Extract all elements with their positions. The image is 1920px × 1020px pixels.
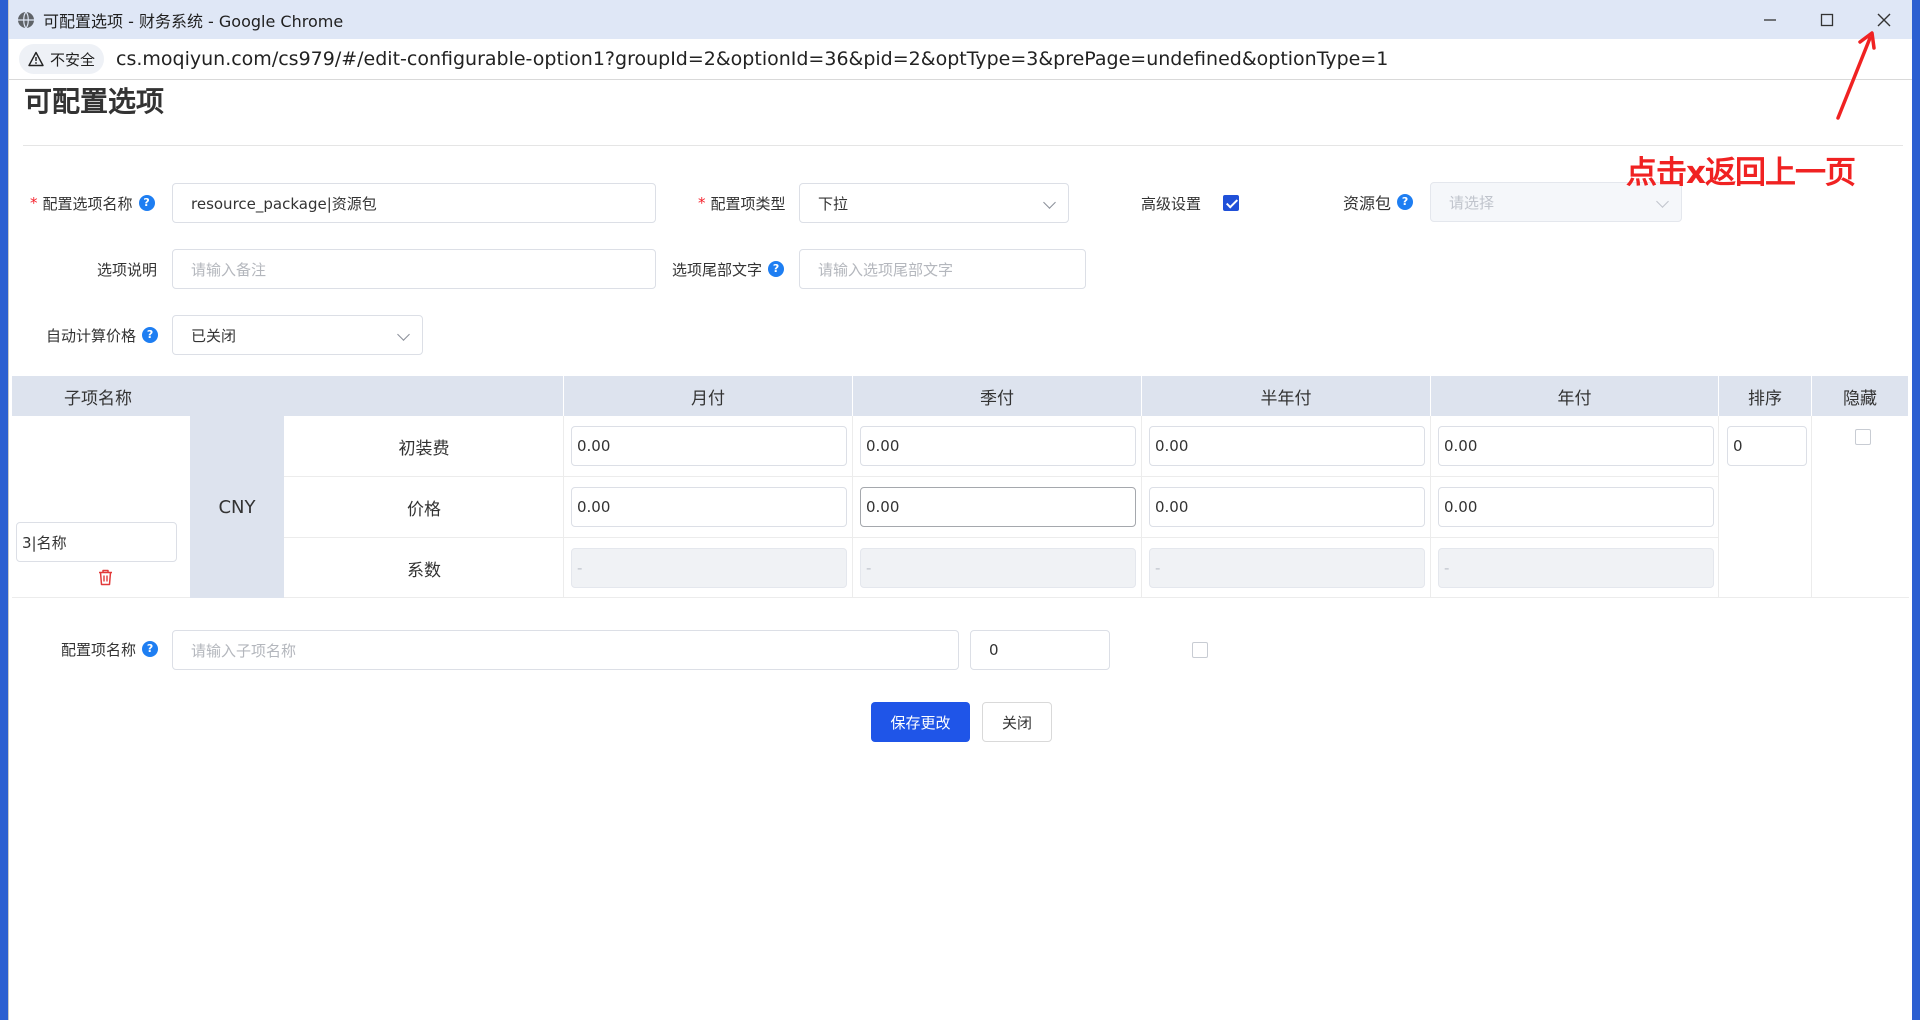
factor-quarterly-input: - xyxy=(860,548,1136,588)
help-icon[interactable]: ? xyxy=(142,327,159,343)
option-type-label-text: 配置项类型 xyxy=(710,194,786,213)
header-hidden: 隐藏 xyxy=(1812,376,1909,416)
setup-quarterly-input[interactable]: 0.00 xyxy=(860,426,1136,466)
auto-price-value: 已关闭 xyxy=(191,326,237,345)
chevron-down-icon xyxy=(1656,195,1669,208)
save-button[interactable]: 保存更改 xyxy=(871,702,970,742)
setup-yearly-input[interactable]: 0.00 xyxy=(1438,426,1714,466)
sort-input[interactable]: 0 xyxy=(1727,426,1807,466)
row-label-factor: 系数 xyxy=(407,560,441,581)
maximize-icon xyxy=(1820,13,1833,26)
row-label-setup: 初装费 xyxy=(398,439,450,459)
price-yearly-input[interactable]: 0.00 xyxy=(1438,487,1714,527)
new-item-sort-input[interactable]: 0 xyxy=(970,630,1110,670)
option-name-label-text: 配置选项名称 xyxy=(42,194,133,213)
close-icon xyxy=(1877,13,1890,26)
minimize-button[interactable] xyxy=(1741,0,1798,39)
header-monthly: 月付 xyxy=(564,376,853,416)
warning-icon xyxy=(28,51,44,67)
minimize-icon xyxy=(1763,18,1776,21)
option-name-input[interactable]: resource_package|资源包 xyxy=(172,183,656,223)
advanced-checkbox[interactable] xyxy=(1223,195,1239,211)
window-controls xyxy=(1741,0,1912,39)
help-icon[interactable]: ? xyxy=(142,641,159,657)
page-content: 可配置选项 * 配置选项名称 ? resource_package|资源包 * … xyxy=(9,80,1912,1020)
suffix-label: 选项尾部文字 ? xyxy=(672,249,785,289)
auto-price-label: 自动计算价格 ? xyxy=(46,315,159,355)
desc-label: 选项说明 xyxy=(97,260,158,279)
url-text[interactable]: cs.moqiyun.com/cs979/#/edit-configurable… xyxy=(116,48,1388,70)
new-item-label: 配置项名称 ? xyxy=(61,629,159,669)
required-mark: * xyxy=(698,194,706,212)
option-type-label: * 配置项类型 xyxy=(698,183,786,223)
factor-yearly-input: - xyxy=(1438,548,1714,588)
page-title: 可配置选项 xyxy=(24,85,165,118)
help-icon[interactable]: ? xyxy=(768,261,785,277)
resource-pkg-label: 资源包 ? xyxy=(1343,182,1414,222)
price-quarterly-input[interactable]: 0.00 xyxy=(860,487,1136,527)
suffix-input[interactable]: 请输入选项尾部文字 xyxy=(799,249,1086,289)
required-mark: * xyxy=(30,194,38,212)
resource-pkg-placeholder: 请选择 xyxy=(1449,193,1495,212)
price-half-year-input[interactable]: 0.00 xyxy=(1149,487,1425,527)
window-title: 可配置选项 - 财务系统 - Google Chrome xyxy=(43,11,344,31)
auto-price-select[interactable]: 已关闭 xyxy=(172,315,423,355)
pricing-table: 子项名称 月付 季付 半年付 年付 排序 隐藏 CNY 初装费 价格 系数 0.… xyxy=(12,376,1909,598)
new-item-hidden-checkbox[interactable] xyxy=(1192,642,1208,658)
factor-half-year-input: - xyxy=(1149,548,1425,588)
sub-item-name-input[interactable]: 3|名称 xyxy=(16,522,177,562)
security-chip[interactable]: 不安全 xyxy=(19,44,105,74)
title-divider xyxy=(23,145,1903,146)
title-bar: 可配置选项 - 财务系统 - Google Chrome xyxy=(9,0,1912,39)
auto-price-label-text: 自动计算价格 xyxy=(46,326,137,345)
header-yearly: 年付 xyxy=(1431,376,1719,416)
desc-input[interactable]: 请输入备注 xyxy=(172,249,656,289)
security-label: 不安全 xyxy=(50,50,96,69)
option-type-select[interactable]: 下拉 xyxy=(799,183,1069,223)
resource-pkg-label-text: 资源包 xyxy=(1343,194,1392,213)
annotation-arrow-icon xyxy=(1836,31,1876,120)
setup-monthly-input[interactable]: 0.00 xyxy=(571,426,847,466)
help-icon[interactable]: ? xyxy=(138,195,155,211)
factor-monthly-input: - xyxy=(571,548,847,588)
chevron-down-icon xyxy=(397,328,410,341)
hidden-checkbox[interactable] xyxy=(1855,429,1871,445)
trash-icon[interactable] xyxy=(98,569,113,586)
suffix-label-text: 选项尾部文字 xyxy=(672,260,763,279)
new-item-label-text: 配置项名称 xyxy=(61,640,137,659)
globe-icon xyxy=(18,11,34,28)
annotation-text: 点击x返回上一页 xyxy=(1626,155,1856,191)
option-type-value: 下拉 xyxy=(818,194,849,213)
new-item-name-input[interactable]: 请输入子项名称 xyxy=(172,630,959,670)
currency-cell: CNY xyxy=(190,416,284,598)
header-sort: 排序 xyxy=(1719,376,1812,416)
price-monthly-input[interactable]: 0.00 xyxy=(571,487,847,527)
chevron-down-icon xyxy=(1043,196,1056,209)
option-name-label: * 配置选项名称 ? xyxy=(30,183,155,223)
header-sub-name: 子项名称 xyxy=(12,376,564,416)
header-quarterly: 季付 xyxy=(853,376,1142,416)
address-bar: 不安全 cs.moqiyun.com/cs979/#/edit-configur… xyxy=(9,39,1912,80)
help-icon[interactable]: ? xyxy=(1397,194,1414,210)
advanced-label: 高级设置 xyxy=(1141,194,1202,213)
row-label-price: 价格 xyxy=(407,500,441,520)
close-button[interactable]: 关闭 xyxy=(982,702,1052,742)
setup-half-year-input[interactable]: 0.00 xyxy=(1149,426,1425,466)
header-half-year: 半年付 xyxy=(1142,376,1431,416)
